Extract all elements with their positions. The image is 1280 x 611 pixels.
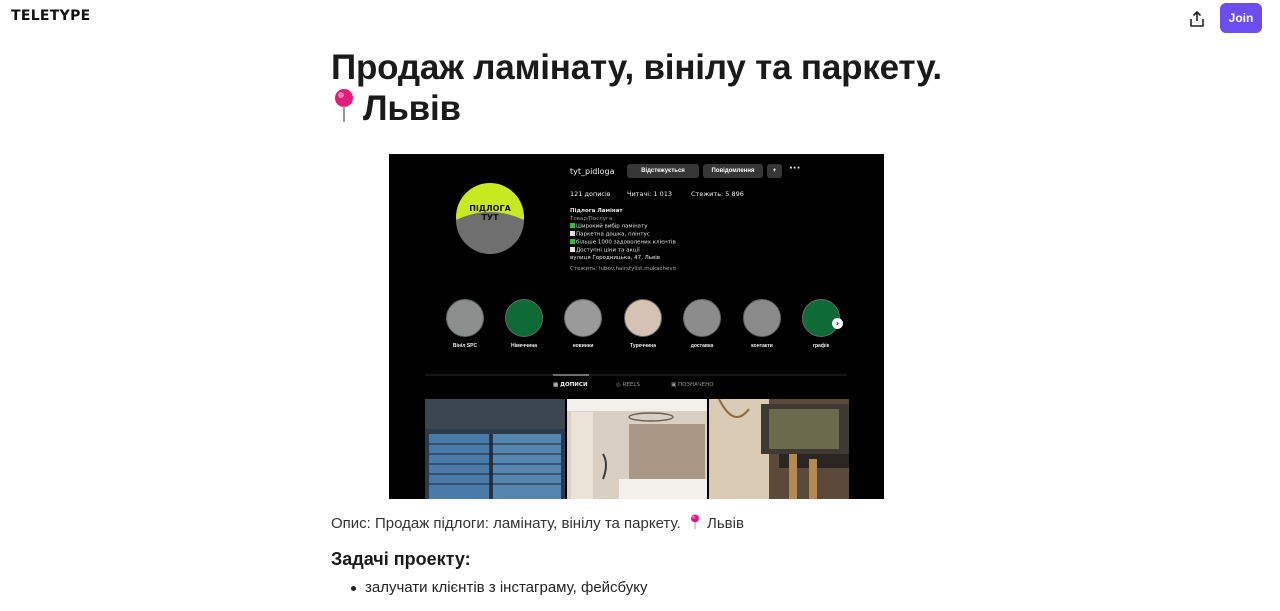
bio-line: більше 1000 задоволених клієнтів bbox=[570, 239, 676, 247]
highlight-vinyl-spc[interactable]: Вініл SPC bbox=[445, 299, 485, 349]
page-title: Продаж ламінату, вінілу та паркету. Льві… bbox=[331, 48, 951, 129]
post-photo-1 bbox=[425, 399, 565, 499]
ig-followers-count[interactable]: Читачі: 1 013 bbox=[627, 190, 672, 198]
bio-category: Товар/Послуга bbox=[570, 215, 613, 222]
message-button[interactable]: Повідомлення bbox=[703, 164, 763, 178]
faded-previous-text bbox=[331, 0, 591, 34]
share-icon bbox=[1190, 11, 1204, 27]
highlight-new[interactable]: новинки bbox=[563, 299, 603, 349]
pushpin-icon bbox=[690, 514, 699, 530]
tab-reels[interactable]: ◎ REELS bbox=[616, 382, 640, 388]
bio-line: вулиця Городницька, 47, Львів bbox=[570, 255, 660, 261]
list-item: залучати клієнтів з інстаграму, фейсбуку bbox=[331, 579, 648, 596]
bio-followed-by[interactable]: Стежить: lubov.hairstylist.mukachevo bbox=[570, 266, 676, 274]
title-line-2: Львів bbox=[363, 89, 461, 128]
tasks-list: залучати клієнтів з інстаграму, фейсбуку bbox=[331, 579, 648, 596]
ig-posts-count: 121 дописів bbox=[570, 190, 611, 198]
ig-following-count[interactable]: Стежить: 5 896 bbox=[691, 190, 744, 198]
tab-posts[interactable]: ▦ ДОПИСИ bbox=[553, 382, 588, 388]
highlight-image bbox=[624, 299, 662, 337]
highlight-image bbox=[683, 299, 721, 337]
share-button[interactable] bbox=[1184, 6, 1210, 32]
bio-line: Доступні ціни та акції bbox=[570, 247, 676, 255]
ig-bio: Підлога Ламінат Товар/Послуга Широкий ви… bbox=[570, 208, 676, 273]
instagram-screenshot[interactable]: ПІДЛОГА ТУТ tyt_pidloga Відстежується Пов… bbox=[389, 154, 884, 499]
highlight-image bbox=[505, 299, 543, 337]
title-line-1: Продаж ламінату, вінілу та паркету. bbox=[331, 48, 942, 87]
avatar-text: ПІДЛОГА ТУТ bbox=[469, 204, 511, 222]
highlight-contacts[interactable]: контакти bbox=[742, 299, 782, 349]
bio-name: Підлога Ламінат bbox=[570, 208, 623, 214]
bio-line: Паркетна дошка, плінтус bbox=[570, 231, 676, 239]
add-user-button[interactable]: + bbox=[767, 164, 782, 178]
top-bar: TELETYPE Join bbox=[0, 0, 1280, 36]
highlight-image bbox=[564, 299, 602, 337]
join-button[interactable]: Join bbox=[1220, 3, 1262, 33]
section-heading: Задачі проекту: bbox=[331, 549, 471, 569]
next-highlights-icon[interactable]: › bbox=[832, 318, 843, 329]
highlight-delivery[interactable]: доставка bbox=[682, 299, 722, 349]
image-caption: Опис: Продаж підлоги: ламінату, вінілу т… bbox=[331, 514, 744, 532]
teletype-logo[interactable]: TELETYPE bbox=[11, 8, 91, 24]
highlight-image bbox=[743, 299, 781, 337]
more-options-icon[interactable]: ··· bbox=[789, 163, 800, 174]
highlight-germany[interactable]: Німеччина bbox=[504, 299, 544, 349]
post-photo-3 bbox=[709, 398, 849, 499]
follow-button[interactable]: Відстежується bbox=[627, 164, 699, 178]
highlight-turkey[interactable]: Туреччина bbox=[623, 299, 663, 349]
article-header: Продаж ламінату, вінілу та паркету. Льві… bbox=[331, 48, 951, 129]
pushpin-icon bbox=[335, 89, 353, 122]
ig-username: tyt_pidloga bbox=[570, 167, 615, 176]
post-photo-2 bbox=[567, 399, 707, 499]
bio-line: Широкий вибір ламінату bbox=[570, 223, 676, 231]
highlight-image bbox=[446, 299, 484, 337]
tab-tagged[interactable]: ▣ ПОЗНАЧЕНО bbox=[671, 382, 714, 388]
